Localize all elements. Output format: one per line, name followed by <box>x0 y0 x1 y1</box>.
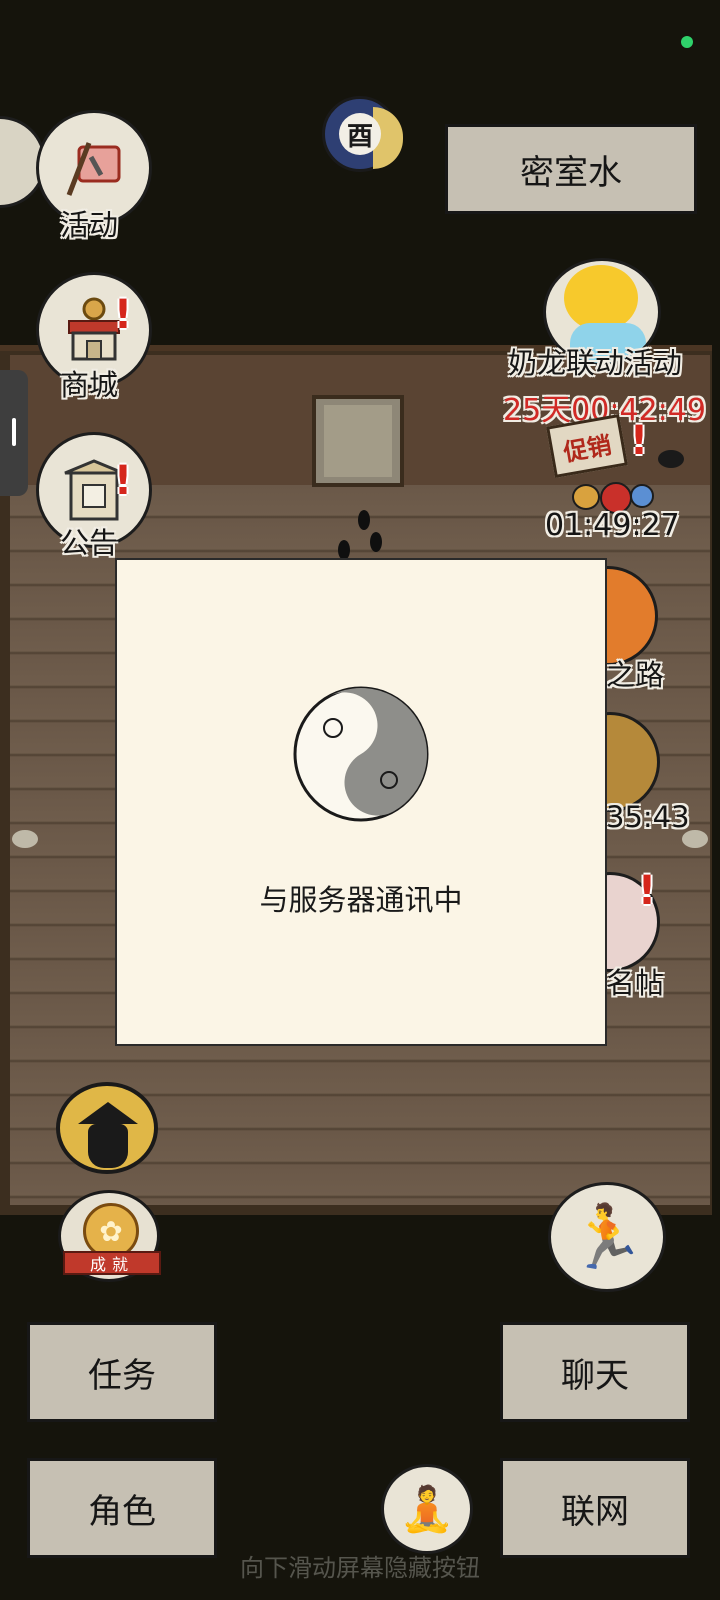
bamboo-hat-icon <box>78 1102 138 1124</box>
room-door <box>312 395 404 487</box>
invitation-label: 名帖 <box>606 966 665 1000</box>
status-dot <box>681 36 693 48</box>
time-char: 酉 <box>339 113 381 155</box>
flag-sword-icon <box>66 142 121 196</box>
yellow-dragon-icon <box>564 265 638 331</box>
connecting-dialog: 与服务器通讯中 <box>115 558 607 1046</box>
timed-event-timer: 35:43 <box>606 800 690 834</box>
character-avatar-button[interactable] <box>56 1082 158 1174</box>
connecting-message: 与服务器通讯中 <box>259 883 463 917</box>
notice-label: 公告 <box>60 526 119 560</box>
character-button[interactable]: 角色 <box>27 1458 217 1558</box>
secret-room-button[interactable]: 密室水 <box>445 124 697 214</box>
collab-event-label: 奶龙联动活动 <box>508 346 683 380</box>
activity-label: 活动 <box>60 208 119 242</box>
footprint <box>358 510 370 530</box>
footprint <box>370 532 382 552</box>
shop-alert-icon: ! <box>113 292 133 338</box>
footprint <box>338 540 350 560</box>
gift-bag-icon <box>572 484 600 510</box>
chat-button[interactable]: 聊天 <box>500 1322 690 1422</box>
road-label: 之路 <box>606 658 665 692</box>
sale-alert-icon: ! <box>629 418 649 464</box>
running-figure-icon: 🏃 <box>568 1200 646 1273</box>
invitation-alert-icon: ! <box>637 868 657 914</box>
run-button[interactable]: 🏃 <box>548 1182 666 1292</box>
sale-timer: 01:49:27 <box>545 508 680 543</box>
torch-icon <box>12 830 38 848</box>
quest-button[interactable]: 任务 <box>27 1322 217 1422</box>
silhouette-icon <box>88 1124 128 1168</box>
side-drawer-handle[interactable] <box>0 370 28 496</box>
yin-yang-icon <box>293 686 429 822</box>
achievement-label: 成就 <box>63 1251 161 1275</box>
notice-alert-icon: ! <box>113 458 133 504</box>
meditate-button[interactable]: 🧘 <box>381 1464 473 1554</box>
shop-label: 商城 <box>60 368 119 402</box>
hide-buttons-hint: 向下滑动屏幕隐藏按钮 <box>240 1554 480 1582</box>
gift-bag-icon <box>630 484 654 508</box>
moon-time-badge[interactable]: 酉 <box>322 96 403 172</box>
achievement-button[interactable]: ✿ 成就 <box>58 1190 161 1282</box>
spider-icon <box>658 450 684 468</box>
meditation-icon: 🧘 <box>399 1484 455 1535</box>
online-button[interactable]: 联网 <box>500 1458 690 1558</box>
